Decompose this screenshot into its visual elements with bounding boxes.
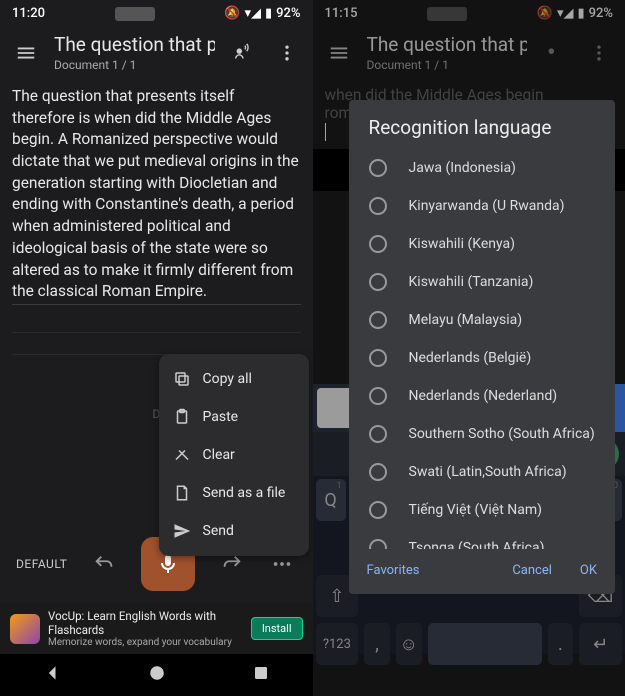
editor-text: The question that presents itself theref… xyxy=(12,86,301,305)
radio-icon xyxy=(369,387,387,405)
radio-icon xyxy=(369,349,387,367)
dialog-actions: Favorites Cancel OK xyxy=(349,549,616,594)
lang-option[interactable]: Jawa (Indonesia) xyxy=(349,149,616,187)
menu-send-file[interactable]: Send as a file xyxy=(159,474,309,512)
lang-option[interactable]: Kiswahili (Kenya) xyxy=(349,225,616,263)
signal-icon: ▾◢ xyxy=(244,6,261,21)
context-menu: Copy all Paste Clear Send as a file Send xyxy=(159,354,309,556)
lang-option[interactable]: Melayu (Malaysia) xyxy=(349,301,616,339)
dnd-icon: 🔕 xyxy=(224,6,240,21)
radio-icon xyxy=(369,463,387,481)
install-button[interactable]: Install xyxy=(251,617,303,640)
copy-icon xyxy=(173,370,191,388)
nav-back-icon[interactable] xyxy=(43,663,63,687)
radio-icon xyxy=(369,273,387,291)
radio-icon xyxy=(369,159,387,177)
send-icon xyxy=(173,522,191,540)
nav-recent-icon[interactable] xyxy=(252,664,270,686)
radio-icon xyxy=(369,197,387,215)
battery-icon: ▮ xyxy=(265,6,272,21)
menu-label: Send xyxy=(203,523,234,539)
menu-copy-all[interactable]: Copy all xyxy=(159,360,309,398)
lang-option[interactable]: Swati (Latin,South Africa) xyxy=(349,453,616,491)
radio-icon xyxy=(369,501,387,519)
language-list[interactable]: Jawa (Indonesia) Kinyarwanda (U Rwanda) … xyxy=(349,149,616,549)
ad-app-icon xyxy=(10,614,40,644)
lang-option[interactable]: Tiếng Việt (Việt Nam) xyxy=(349,491,616,529)
paste-icon xyxy=(173,408,191,426)
empty-lines xyxy=(12,311,301,355)
voice-settings-icon[interactable] xyxy=(227,37,259,69)
lang-option[interactable]: Southern Sotho (South Africa) xyxy=(349,415,616,453)
nav-bar xyxy=(0,654,313,696)
menu-label: Clear xyxy=(203,447,235,463)
left-screen: 11:20 🔕 ▾◢ ▮ 92% The question that prese… xyxy=(0,0,313,696)
radio-icon xyxy=(369,425,387,443)
menu-label: Paste xyxy=(203,409,239,425)
menu-clear[interactable]: Clear xyxy=(159,436,309,474)
ad-subtitle: Memorize words, expand your vocabulary xyxy=(48,637,243,648)
nav-home-icon[interactable] xyxy=(148,664,166,686)
menu-label: Send as a file xyxy=(203,485,286,501)
doc-title: The question that presen... xyxy=(54,33,215,56)
lang-option[interactable]: Kiswahili (Tanzania) xyxy=(349,263,616,301)
status-time: 11:20 xyxy=(12,6,45,21)
hamburger-icon[interactable] xyxy=(10,37,42,69)
menu-label: Copy all xyxy=(203,371,252,387)
menu-send[interactable]: Send xyxy=(159,512,309,550)
lang-option[interactable]: Nederlands (België) xyxy=(349,339,616,377)
ad-title: VocUp: Learn English Words with Flashcar… xyxy=(48,609,243,637)
status-pill xyxy=(115,7,155,21)
cancel-button[interactable]: Cancel xyxy=(512,563,552,578)
ad-banner[interactable]: VocUp: Learn English Words with Flashcar… xyxy=(0,603,313,654)
language-dialog: Recognition language Jawa (Indonesia) Ki… xyxy=(349,100,616,594)
lang-option[interactable]: Tsonga (South Africa) xyxy=(349,529,616,549)
radio-icon xyxy=(369,311,387,329)
dialog-title: Recognition language xyxy=(349,116,616,149)
favorites-button[interactable]: Favorites xyxy=(367,563,420,578)
undo-icon[interactable] xyxy=(90,550,118,578)
status-icons: 🔕 ▾◢ ▮ 92% xyxy=(224,6,300,21)
lang-option[interactable]: Nederlands (Nederland) xyxy=(349,377,616,415)
radio-icon xyxy=(369,235,387,253)
clear-icon xyxy=(173,446,191,464)
mode-label[interactable]: DEFAULT xyxy=(16,557,67,571)
app-bar: The question that presen... Document 1 /… xyxy=(0,27,313,78)
file-icon xyxy=(173,484,191,502)
radio-icon xyxy=(369,539,387,549)
menu-paste[interactable]: Paste xyxy=(159,398,309,436)
lang-option[interactable]: Kinyarwanda (U Rwanda) xyxy=(349,187,616,225)
status-bar: 11:20 🔕 ▾◢ ▮ 92% xyxy=(0,0,313,27)
battery-text: 92% xyxy=(276,6,300,21)
more-icon[interactable] xyxy=(271,37,303,69)
ok-button[interactable]: OK xyxy=(580,563,597,578)
right-screen: 11:15 🔕 ▾◢ ▮ 92% The question that prese… xyxy=(313,0,625,696)
doc-subtitle: Document 1 / 1 xyxy=(54,58,215,72)
